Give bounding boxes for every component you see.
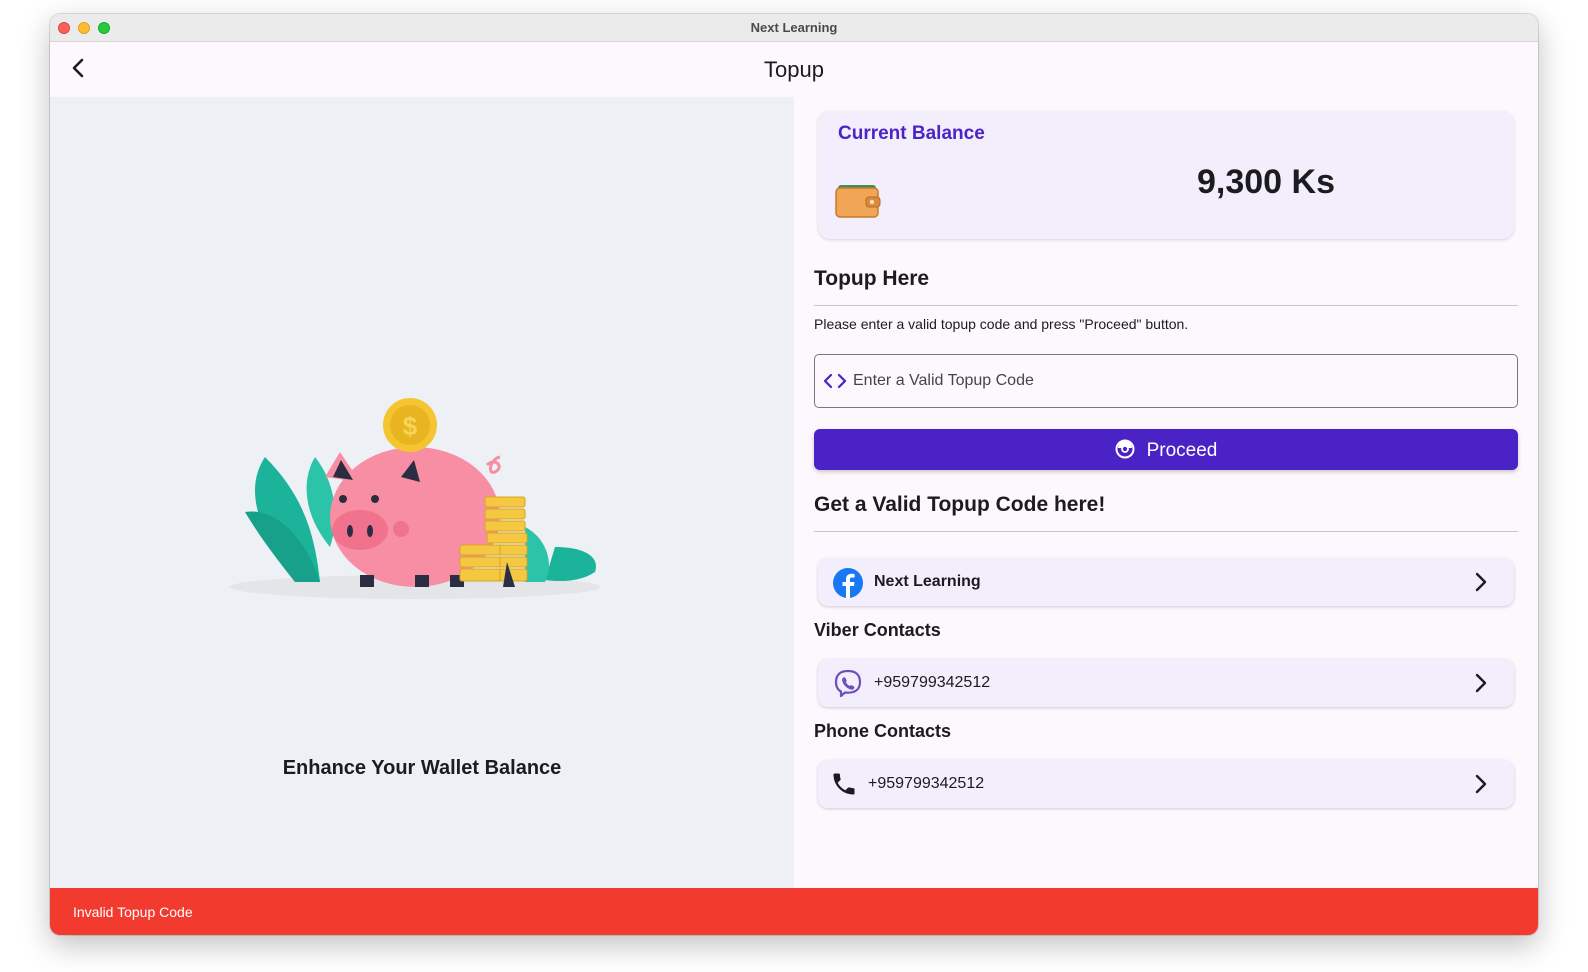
balance-label: Current Balance: [838, 123, 985, 144]
phone-contact-item[interactable]: +959799342512: [818, 760, 1514, 808]
topup-section-title: Topup Here: [814, 267, 930, 290]
chevron-right-icon: [1475, 572, 1487, 592]
balance-card: Current Balance 9,300 Ks: [818, 111, 1514, 239]
wallet-icon: [835, 185, 881, 218]
illustration-caption: Enhance Your Wallet Balance: [282, 757, 562, 779]
chevron-right-icon: [1475, 774, 1487, 794]
facebook-contact-label: Next Learning: [874, 573, 981, 590]
window-title: Next Learning: [750, 20, 838, 35]
title-bar: Next Learning: [50, 14, 1538, 42]
proceed-icon: [1115, 439, 1135, 459]
viber-contact-label: +959799342512: [874, 674, 991, 691]
app-bar: Topup: [50, 42, 1538, 97]
proceed-label: Proceed: [1146, 440, 1218, 461]
topup-code-field[interactable]: [814, 354, 1518, 408]
app-window: Next Learning Topup $ Enhance Your Walle…: [50, 14, 1538, 935]
proceed-button[interactable]: Proceed: [814, 429, 1518, 470]
code-icon: [823, 373, 847, 389]
facebook-contact-item[interactable]: Next Learning: [818, 558, 1514, 606]
topup-code-input[interactable]: [853, 355, 1503, 407]
topup-divider: [814, 305, 1518, 306]
error-snackbar: Invalid Topup Code: [50, 888, 1538, 935]
chevron-right-icon: [1475, 673, 1487, 693]
viber-icon: [834, 669, 862, 698]
page-title: Topup: [764, 57, 824, 82]
facebook-icon: [833, 568, 863, 598]
svg-text:$: $: [403, 411, 418, 441]
balance-amount: 9,300 Ks: [1197, 163, 1335, 201]
snackbar-message: Invalid Topup Code: [73, 904, 193, 920]
viber-contact-item[interactable]: +959799342512: [818, 659, 1514, 707]
viber-contacts-title: Viber Contacts: [814, 620, 941, 640]
get-code-divider: [814, 531, 1518, 532]
topup-panel: Current Balance 9,300 Ks Topup Here Plea…: [794, 97, 1538, 888]
phone-icon: [833, 773, 855, 795]
get-code-title: Get a Valid Topup Code here!: [814, 493, 1106, 516]
topup-hint: Please enter a valid topup code and pres…: [814, 316, 1189, 332]
illustration-panel: $ Enhance Your Wallet Balance: [50, 97, 794, 888]
phone-contacts-title: Phone Contacts: [814, 721, 952, 741]
phone-contact-label: +959799342512: [868, 775, 985, 792]
piggy-bank-illustration: $: [230, 398, 600, 599]
